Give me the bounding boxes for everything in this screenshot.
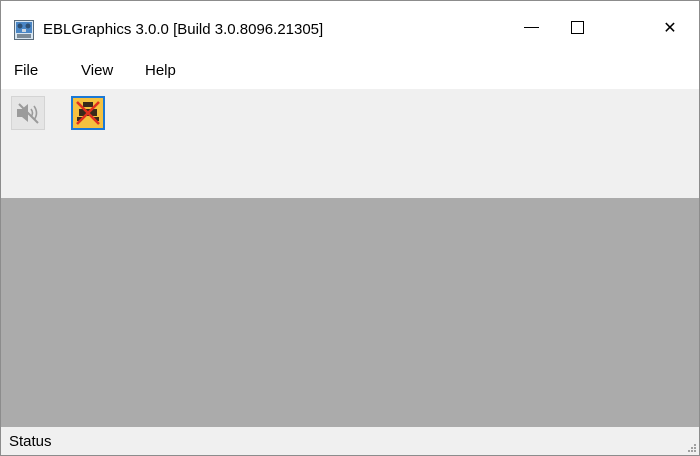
resize-grip-icon[interactable]	[685, 441, 697, 453]
status-text: Status	[9, 433, 52, 450]
connection-toggle-button[interactable]	[71, 96, 105, 130]
menu-help[interactable]: Help	[145, 62, 176, 79]
status-bar: Status	[1, 427, 699, 455]
graphics-canvas[interactable]	[1, 198, 699, 427]
minimize-button[interactable]	[508, 1, 554, 53]
close-icon: ✕	[663, 17, 677, 37]
window-title: EBLGraphics 3.0.0 [Build 3.0.8096.21305]	[43, 21, 324, 38]
speaker-muted-icon	[17, 103, 39, 124]
maximize-button[interactable]	[554, 1, 600, 53]
app-window: EBLGraphics 3.0.0 [Build 3.0.8096.21305]…	[0, 0, 700, 456]
disconnected-alert-icon	[76, 101, 100, 125]
menu-file[interactable]: File	[14, 62, 38, 79]
toolbar	[1, 89, 699, 198]
maximize-icon	[570, 20, 584, 34]
minimize-icon	[523, 26, 539, 28]
menu-view[interactable]: View	[81, 62, 113, 79]
menu-bar: File View Help	[1, 53, 699, 89]
app-icon	[14, 20, 34, 40]
title-bar[interactable]: EBLGraphics 3.0.0 [Build 3.0.8096.21305]…	[1, 1, 699, 53]
mute-sound-button[interactable]	[11, 96, 45, 130]
close-button[interactable]: ✕	[647, 1, 693, 53]
